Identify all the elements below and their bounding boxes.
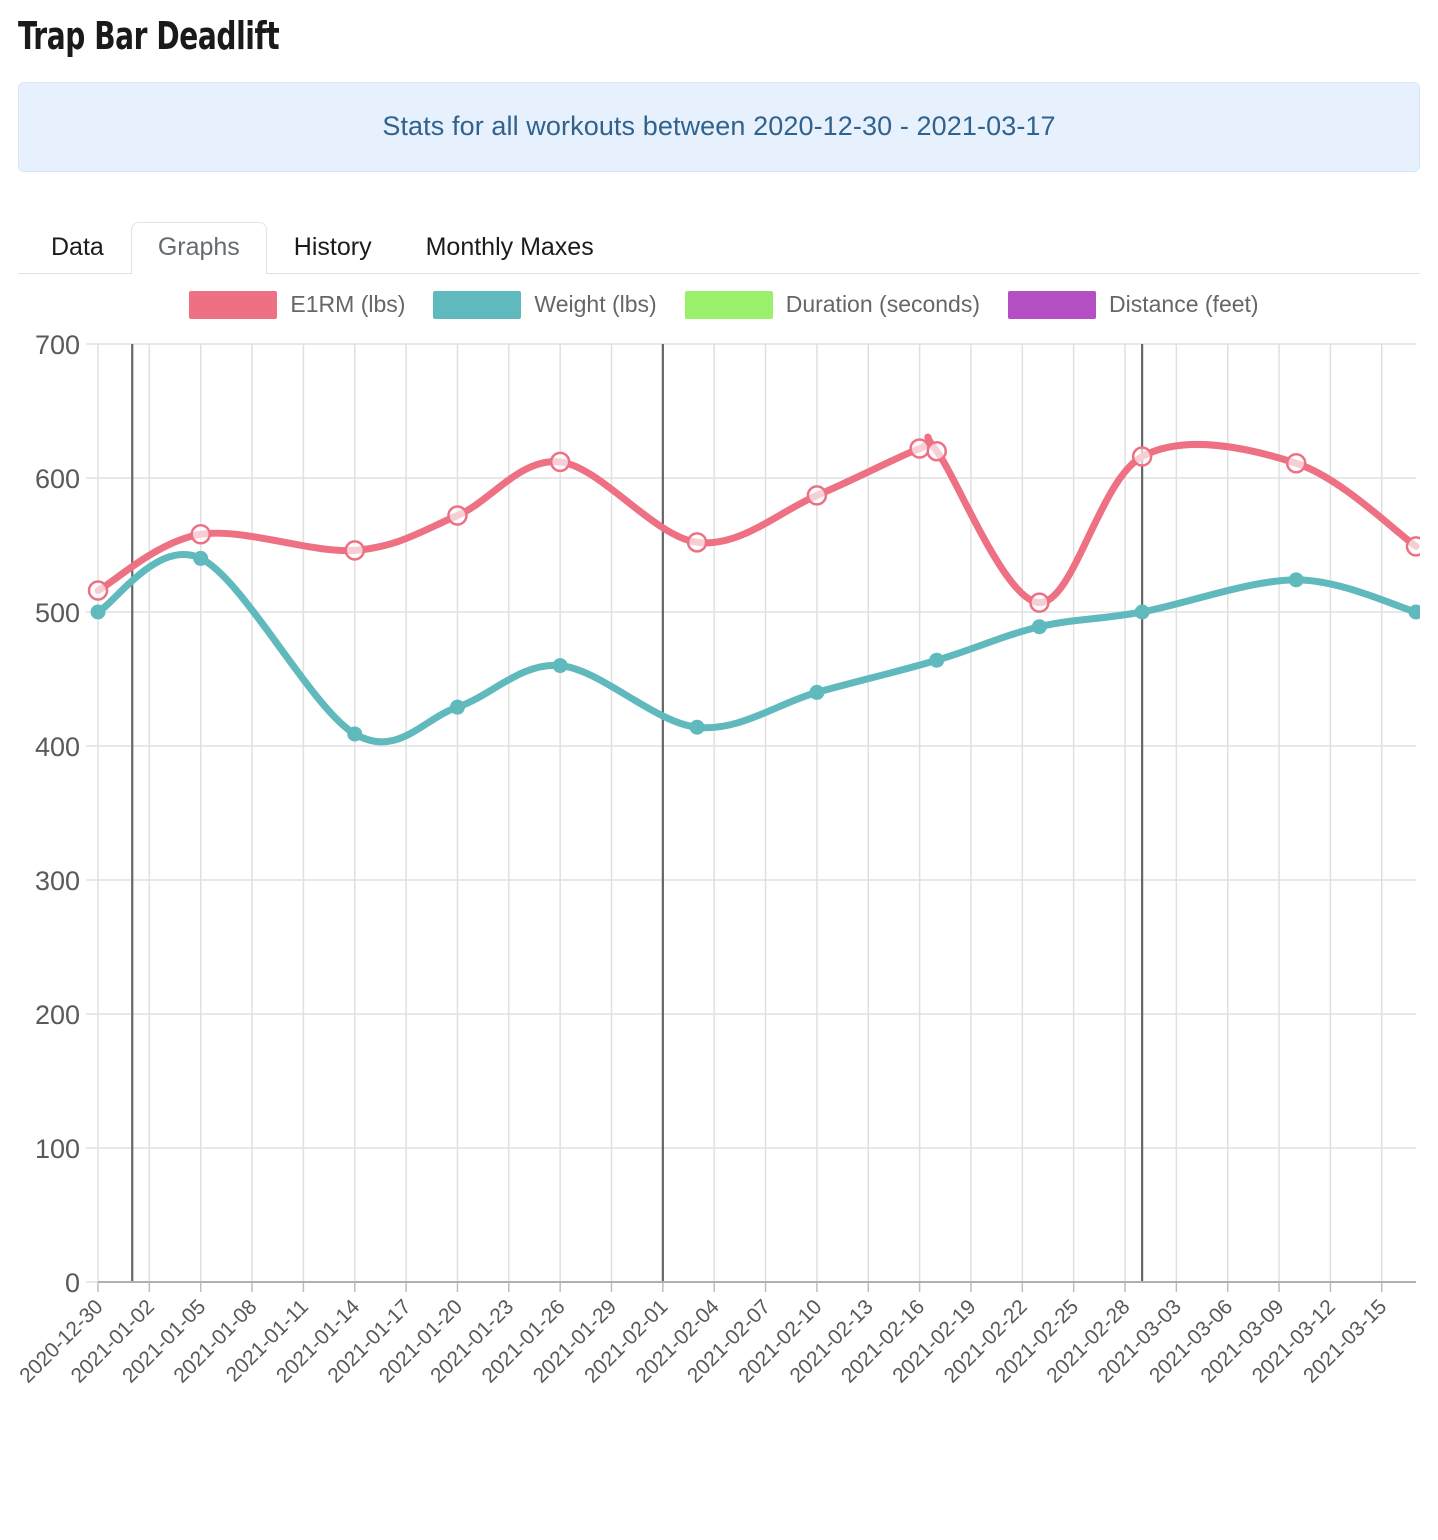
y-tick-label: 600	[35, 464, 80, 494]
graphs-panel: E1RM (lbs) Weight (lbs) Duration (second…	[18, 288, 1420, 1448]
legend-item-weight[interactable]: Weight (lbs)	[433, 290, 657, 319]
chart-canvas[interactable]: 01002003004005006007002020-12-302021-01-…	[18, 322, 1420, 1442]
data-point-marker[interactable]	[1405, 535, 1420, 557]
data-point-marker[interactable]	[806, 484, 828, 506]
y-tick-label: 500	[35, 598, 80, 628]
data-point-marker[interactable]	[689, 719, 705, 735]
page-title: Trap Bar Deadlift	[18, 14, 280, 58]
data-point-marker[interactable]	[447, 504, 468, 526]
legend-item-duration[interactable]: Duration (seconds)	[684, 290, 981, 319]
data-point-marker[interactable]	[926, 440, 947, 462]
legend-swatch-weight	[433, 290, 522, 319]
data-point-marker[interactable]	[87, 579, 109, 601]
data-point-marker[interactable]	[1031, 618, 1047, 634]
legend-item-distance[interactable]: Distance (feet)	[1008, 290, 1259, 319]
tab-graphs[interactable]: Graphs	[130, 221, 267, 274]
data-point-marker[interactable]	[929, 652, 945, 668]
legend-label-duration: Duration (seconds)	[785, 291, 981, 318]
tab-data[interactable]: Data	[24, 222, 131, 274]
tab-monthly-maxes[interactable]: Monthly Maxes	[399, 222, 621, 274]
series-line-1	[94, 550, 1420, 745]
data-point-marker[interactable]	[1288, 571, 1304, 587]
data-point-marker[interactable]	[549, 451, 571, 472]
y-tick-label: 300	[35, 866, 80, 896]
y-tick-label: 0	[65, 1268, 80, 1298]
data-point-marker[interactable]	[809, 684, 825, 700]
exercise-stats-page: Trap Bar Deadlift Stats for all workouts…	[0, 14, 1438, 1540]
data-point-marker[interactable]	[1029, 591, 1050, 613]
legend-item-e1rm[interactable]: E1RM (lbs)	[189, 290, 406, 319]
legend-label-weight: Weight (lbs)	[534, 291, 657, 318]
chart-legend: E1RM (lbs) Weight (lbs) Duration (second…	[28, 288, 1420, 322]
y-tick-label: 200	[35, 1000, 80, 1030]
legend-swatch-duration	[684, 290, 773, 319]
data-point-marker[interactable]	[193, 550, 209, 566]
data-point-marker[interactable]	[449, 699, 465, 715]
data-point-marker[interactable]	[344, 539, 366, 561]
line-chart: 0 100 200 300 400 500 600 700 2020-12-30 2021-01-…	[18, 322, 1420, 1442]
y-tick-label: 700	[35, 330, 80, 360]
data-point-marker[interactable]	[1285, 452, 1307, 474]
tab-history[interactable]: History	[267, 222, 399, 274]
data-point-marker[interactable]	[190, 523, 211, 545]
tab-bar: Data Graphs History Monthly Maxes	[18, 212, 1420, 274]
y-tick-label: 400	[35, 732, 80, 762]
data-point-marker[interactable]	[909, 437, 930, 459]
date-range-banner: Stats for all workouts between 2020-12-3…	[18, 81, 1420, 172]
date-range-text: Stats for all workouts between 2020-12-3…	[382, 111, 1056, 142]
data-point-marker[interactable]	[90, 604, 106, 620]
data-point-marker[interactable]	[552, 657, 568, 673]
legend-label-e1rm: E1RM (lbs)	[290, 291, 406, 318]
data-point-marker[interactable]	[1134, 604, 1150, 620]
data-point-marker[interactable]	[1131, 445, 1153, 467]
legend-label-distance: Distance (feet)	[1109, 291, 1259, 318]
data-point-marker[interactable]	[347, 726, 363, 742]
data-point-marker[interactable]	[686, 531, 708, 553]
legend-swatch-e1rm	[189, 290, 278, 319]
series-line-0	[94, 433, 1420, 606]
y-tick-label: 100	[35, 1134, 80, 1164]
legend-swatch-distance	[1008, 290, 1097, 319]
